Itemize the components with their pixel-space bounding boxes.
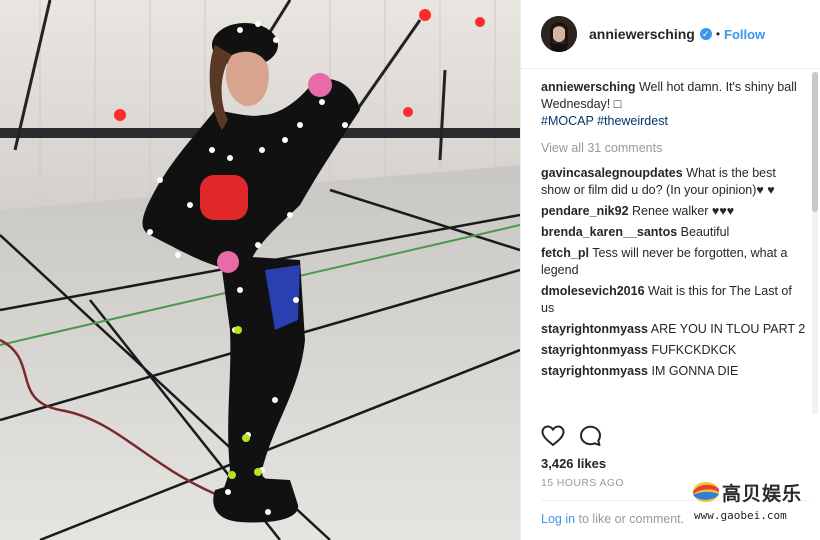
watermark-url: www.gaobei.com xyxy=(694,509,787,522)
watermark-logo-icon xyxy=(693,482,719,502)
list-item: stayrightonmyass IM GONNA DIE xyxy=(541,363,806,380)
list-item: gavincasalegnoupdates What is the best s… xyxy=(541,165,806,199)
comment-text: ARE YOU IN TLOU PART 2 xyxy=(650,322,806,336)
comment-text: Beautiful xyxy=(680,225,730,239)
comment-username[interactable]: pendare_nik92 xyxy=(541,204,629,218)
username[interactable]: anniewersching xyxy=(589,26,695,42)
comment-username[interactable]: brenda_karen__santos xyxy=(541,225,677,239)
post-timestamp: 15 HOURS AGO xyxy=(541,477,624,489)
comment-bubble-icon[interactable] xyxy=(579,425,602,452)
list-item: dmolesevich2016 Wait is this for The Las… xyxy=(541,283,806,317)
comments-scrollbar[interactable] xyxy=(812,72,818,414)
comment-username[interactable]: stayrightonmyass xyxy=(541,364,648,378)
header-separator: • xyxy=(715,27,721,41)
follow-button[interactable]: Follow xyxy=(724,27,765,42)
action-bar xyxy=(541,425,602,452)
avatar-image xyxy=(541,16,577,52)
scrollbar-thumb[interactable] xyxy=(812,72,818,212)
verified-badge-icon: ✓ xyxy=(699,28,712,40)
caption-username[interactable]: anniewersching xyxy=(541,80,635,94)
comment-username[interactable]: fetch_pl xyxy=(541,246,589,260)
comment-text: IM GONNA DIE xyxy=(651,364,739,378)
login-suffix: to like or comment. xyxy=(575,512,685,526)
view-all-comments-link[interactable]: View all 31 comments xyxy=(541,140,806,157)
list-item: pendare_nik92 Renee walker ♥♥♥ xyxy=(541,203,806,220)
list-item: brenda_karen__santos Beautiful xyxy=(541,224,806,241)
login-prompt: Log in to like or comment. xyxy=(541,512,684,526)
comment-username[interactable]: stayrightonmyass xyxy=(541,343,648,357)
likes-count[interactable]: 3,426 likes xyxy=(541,456,606,471)
watermark-brand: 高贝娱乐 xyxy=(722,483,803,505)
list-item: stayrightonmyass ARE YOU IN TLOU PART 2 xyxy=(541,321,806,338)
mocap-photo-illustration xyxy=(0,0,520,540)
comments-list[interactable]: anniewersching Well hot damn. It's shiny… xyxy=(541,79,806,413)
site-watermark: 高贝娱乐 www.gaobei.com xyxy=(690,478,810,528)
hashtag-theweirdest[interactable]: #theweirdest xyxy=(597,114,668,128)
post-header: anniewersching ✓ • Follow xyxy=(521,0,820,69)
login-link[interactable]: Log in xyxy=(541,512,575,526)
heart-outline-icon[interactable] xyxy=(541,425,565,452)
comment-username[interactable]: gavincasalegnoupdates xyxy=(541,166,683,180)
comment-text: Renee walker ♥♥♥ xyxy=(632,204,735,218)
avatar[interactable] xyxy=(541,16,577,52)
comment-text: FUFKCKDKCK xyxy=(651,343,737,357)
comment-username[interactable]: stayrightonmyass xyxy=(541,322,648,336)
post-panel: anniewersching ✓ • Follow anniewersching… xyxy=(520,0,820,540)
hashtag-mocap[interactable]: #MOCAP xyxy=(541,114,594,128)
comment-username[interactable]: dmolesevich2016 xyxy=(541,284,645,298)
list-item: fetch_pl Tess will never be forgotten, w… xyxy=(541,245,806,279)
list-item: stayrightonmyass FUFKCKDKCK xyxy=(541,342,806,359)
caption: anniewersching Well hot damn. It's shiny… xyxy=(541,79,806,130)
post-photo[interactable] xyxy=(0,0,520,540)
